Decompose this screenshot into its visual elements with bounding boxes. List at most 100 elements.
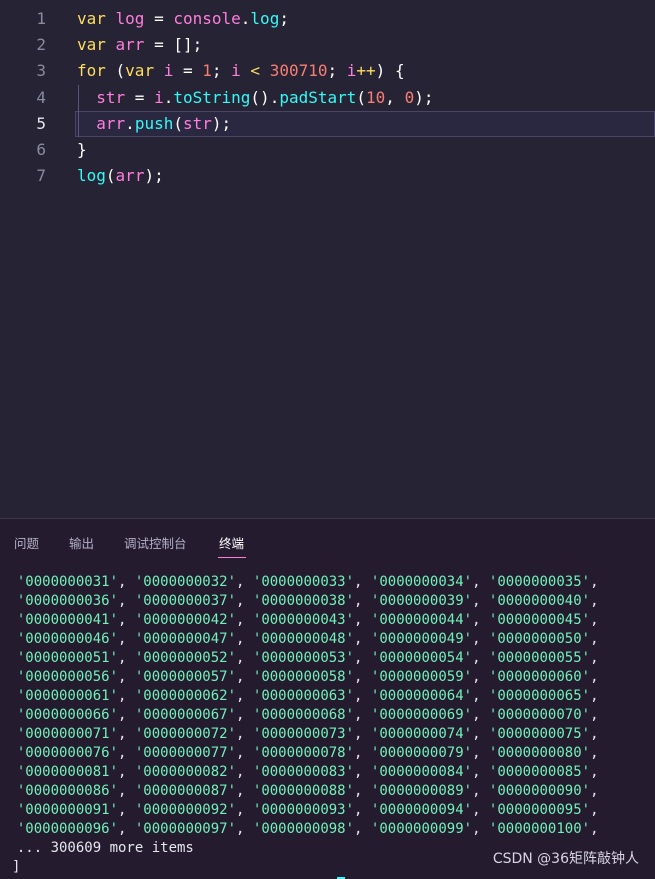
code-text: arr.push(str); [77, 111, 231, 137]
code-token: ); [211, 113, 232, 133]
code-line[interactable]: 5 arr.push(str); [0, 110, 655, 137]
array-item: '0000000086' [16, 783, 119, 799]
watermark: CSDN @36矩阵敲钟人 [492, 851, 639, 867]
code-token: 10 [366, 87, 386, 107]
terminal-row: '0000000066', '0000000067', '0000000068'… [16, 707, 607, 723]
code-token: i [163, 61, 174, 81]
code-token: . [163, 87, 174, 107]
code-token: ( [105, 166, 116, 186]
array-item: '0000000036' [16, 593, 119, 609]
panel-tabs: 问题 输出 调试控制台 终端 [0, 519, 655, 565]
line-number: 4 [36, 87, 46, 107]
array-item: '0000000046' [16, 631, 119, 647]
terminal-row: '0000000076', '0000000077', '0000000078'… [16, 745, 607, 761]
code-token: toString [173, 87, 251, 107]
code-token: var [77, 35, 116, 55]
terminal-row: '0000000091', '0000000092', '0000000093'… [16, 802, 607, 818]
array-item: '0000000080' [488, 745, 591, 761]
terminal-output[interactable]: '0000000031', '0000000032', '0000000033'… [0, 573, 655, 877]
array-item: '0000000088' [252, 783, 355, 799]
tab-problems[interactable]: 问题 [14, 533, 39, 552]
array-item: '0000000048' [252, 631, 355, 647]
code-token: ( [173, 113, 183, 133]
array-item: '0000000078' [252, 745, 355, 761]
code-token: 1 [202, 61, 212, 81]
code-token: ( [356, 87, 367, 107]
array-item: '0000000057' [134, 669, 237, 685]
array-item: '0000000091' [16, 802, 119, 818]
array-item: '0000000035' [488, 574, 591, 590]
terminal-row: '0000000036', '0000000037', '0000000038'… [16, 593, 607, 609]
code-line[interactable]: 7 log(arr); [0, 163, 655, 189]
code-line[interactable]: 4 str = i.toString().padStart(10, 0); [0, 85, 655, 111]
indent-guide [78, 84, 79, 137]
array-item: '0000000087' [134, 783, 237, 799]
code-token: log [77, 166, 106, 186]
array-item: '0000000038' [252, 593, 355, 609]
array-item: '0000000095' [488, 802, 591, 818]
array-item: '0000000042' [134, 612, 237, 628]
code-token: . [240, 9, 251, 28]
array-item: '0000000066' [16, 707, 119, 723]
terminal-row: '0000000051', '0000000052', '0000000053'… [16, 650, 607, 666]
code-token: push [134, 113, 174, 133]
bottom-panel: 问题 输出 调试控制台 终端 '0000000031', '0000000032… [0, 518, 655, 879]
code-token: (). [250, 87, 280, 107]
array-item: '0000000055' [488, 650, 591, 666]
code-token: 300710 [269, 61, 328, 81]
active-tab-indicator [218, 557, 246, 558]
array-item: '0000000061' [16, 688, 119, 704]
array-item: '0000000089' [370, 783, 473, 799]
code-token: = []; [144, 35, 203, 55]
code-token: , [385, 87, 405, 107]
code-token: ; [211, 61, 232, 81]
array-item: '0000000075' [488, 726, 591, 742]
array-item: '0000000059' [370, 669, 473, 685]
array-item: '0000000047' [134, 631, 237, 647]
tab-debug-console[interactable]: 调试控制台 [124, 533, 187, 552]
array-item: '0000000068' [252, 707, 355, 723]
code-token: padStart [279, 87, 357, 107]
array-item: '0000000054' [370, 650, 473, 666]
array-item: '0000000076' [16, 745, 119, 761]
array-item: '0000000056' [16, 669, 119, 685]
code-token: i [346, 61, 357, 81]
code-token: arr [115, 35, 145, 55]
array-item: '0000000064' [370, 688, 473, 704]
tab-output[interactable]: 输出 [69, 533, 94, 552]
code-token: . [125, 113, 135, 133]
array-item: '0000000063' [252, 688, 355, 704]
code-token: ( [115, 61, 126, 81]
array-item: '0000000058' [252, 669, 355, 685]
array-item: '0000000079' [370, 745, 473, 761]
array-item: '0000000065' [488, 688, 591, 704]
terminal-row: '0000000056', '0000000057', '0000000058'… [16, 669, 607, 685]
array-item: '0000000045' [488, 612, 591, 628]
code-line[interactable]: 1 var log = console.log; [0, 6, 655, 32]
line-number: 2 [36, 35, 46, 55]
code-line[interactable]: 2 var arr = []; [0, 32, 655, 58]
code-token: = [125, 87, 155, 107]
array-item: '0000000031' [16, 574, 119, 590]
code-token: < [240, 61, 270, 81]
array-item: '0000000081' [16, 764, 119, 780]
array-item: '0000000049' [370, 631, 473, 647]
array-item: '0000000097' [134, 821, 237, 837]
array-item: '0000000083' [252, 764, 355, 780]
code-token: arr [96, 113, 126, 133]
terminal-row: '0000000086', '0000000087', '0000000088'… [16, 783, 607, 799]
array-item: '0000000098' [252, 821, 355, 837]
line-number: 7 [36, 166, 46, 186]
array-item: '0000000090' [488, 783, 591, 799]
array-item: '0000000050' [488, 631, 591, 647]
array-item: '0000000093' [252, 802, 355, 818]
array-item: '0000000099' [370, 821, 473, 837]
code-editor[interactable]: 1 var log = console.log; 2 var arr = []; 3 fo… [0, 0, 655, 518]
code-text: str = i.toString().padStart(10, 0); [77, 85, 433, 111]
code-line[interactable]: 6} [0, 137, 655, 163]
code-token: arr [115, 166, 145, 186]
code-text: log(arr); [77, 163, 164, 189]
tab-terminal[interactable]: 终端 [219, 533, 244, 552]
code-line[interactable]: 3 for (var i = 1; i < 300710; i++) { [0, 58, 655, 84]
